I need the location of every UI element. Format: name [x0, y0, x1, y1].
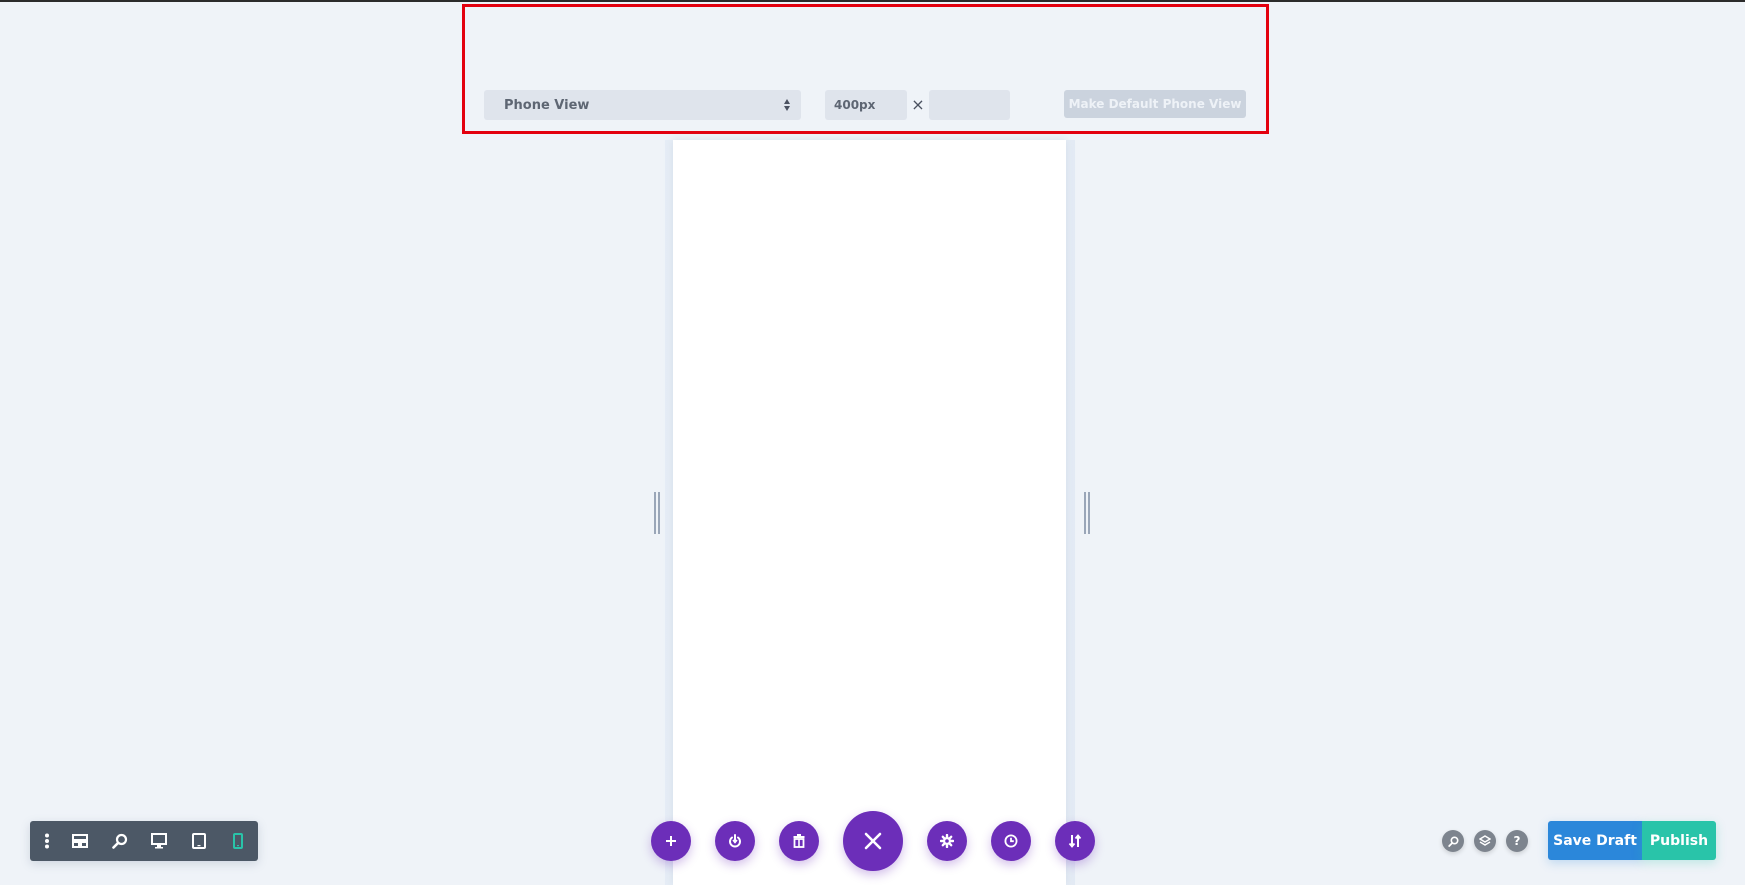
height-input[interactable] [929, 90, 1010, 120]
sort-arrows-icon [1068, 834, 1082, 848]
power-icon [729, 834, 741, 848]
trash-icon [793, 834, 805, 848]
make-default-view-button[interactable]: Make Default Phone View [1064, 90, 1246, 118]
view-mode-select[interactable]: Phone View [484, 90, 801, 120]
help-button[interactable]: ? [1506, 830, 1528, 852]
mode-button-phone[interactable] [219, 821, 258, 861]
add-button[interactable] [651, 821, 691, 861]
publish-button[interactable]: Publish [1642, 821, 1716, 860]
plus-icon [666, 836, 676, 846]
view-mode-bar [30, 821, 258, 861]
mode-button-wireframe[interactable] [61, 821, 100, 861]
gear-icon [940, 834, 954, 848]
history-button[interactable] [991, 821, 1031, 861]
resize-handle-right[interactable] [1083, 492, 1091, 534]
mode-button-desktop[interactable] [140, 821, 179, 861]
dimension-separator: × [911, 95, 925, 114]
sort-button[interactable] [1055, 821, 1095, 861]
select-arrows-icon [784, 99, 790, 111]
search-button[interactable] [1442, 830, 1464, 852]
close-icon [864, 832, 882, 850]
layers-icon [1479, 835, 1491, 846]
help-icon: ? [1513, 834, 1521, 848]
window-top-border [0, 0, 1745, 2]
view-mode-select-value: Phone View [504, 97, 590, 113]
search-icon [1447, 835, 1459, 847]
layers-button[interactable] [1474, 830, 1496, 852]
zoom-icon [112, 833, 127, 849]
width-input[interactable] [825, 90, 907, 120]
clock-icon [1004, 834, 1018, 848]
page-settings-button[interactable] [927, 821, 967, 861]
save-draft-button[interactable]: Save Draft [1548, 821, 1642, 860]
layout-icon [72, 834, 89, 848]
phone-preview-canvas[interactable] [673, 140, 1066, 885]
clear-layout-button[interactable] [779, 821, 819, 861]
vertical-dots-icon [44, 833, 49, 849]
mode-button-tablet[interactable] [179, 821, 218, 861]
mode-button-zoom[interactable] [100, 821, 139, 861]
portability-button[interactable] [715, 821, 755, 861]
resize-handle-left[interactable] [653, 492, 661, 534]
phone-icon [233, 833, 244, 849]
tablet-icon [191, 833, 206, 849]
close-button[interactable] [843, 811, 903, 871]
mode-button-menu[interactable] [33, 821, 61, 861]
desktop-icon [151, 833, 168, 849]
